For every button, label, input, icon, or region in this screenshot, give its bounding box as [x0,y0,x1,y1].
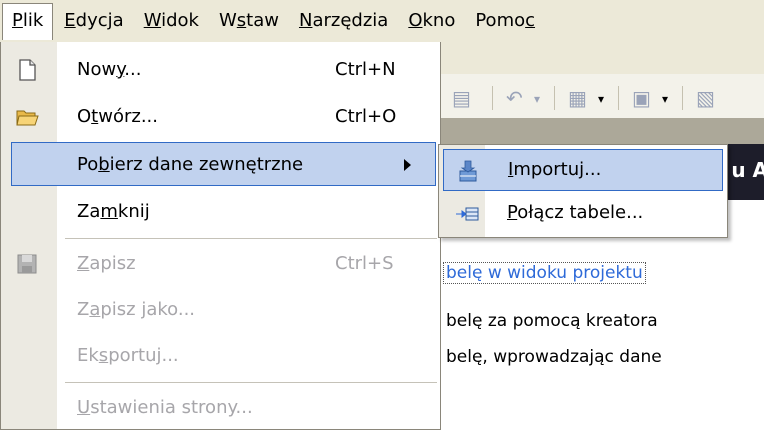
menu-item-get-external-data[interactable]: Pobierz dane zewnętrzne [11,142,436,186]
menu-item-close[interactable]: Zamknij [1,190,440,234]
paste-icon[interactable]: ▤ [452,86,471,110]
import-icon [456,159,480,183]
office-links-icon[interactable]: ▦ [568,86,587,110]
menu-item-open[interactable]: Otwórz... Ctrl+O [1,95,440,139]
menu-okno[interactable]: Okno [399,3,464,39]
menu-pomoc[interactable]: Pomoc [466,3,544,39]
toolbar-separator [618,86,619,110]
menu-item-export[interactable]: Eksportuj... [1,334,440,378]
link-tables-icon [455,202,479,226]
menu-separator [65,238,437,239]
undo-icon[interactable]: ↶ [506,86,523,110]
menu-separator [65,382,437,383]
window-gap [430,118,764,144]
get-external-data-submenu: Importuj... Połącz tabele... [438,144,728,238]
save-disk-icon [15,252,39,276]
submenu-arrow-icon [404,159,411,171]
undo-dropdown-icon[interactable]: ▾ [534,92,540,106]
database-window-title: u A [731,158,764,182]
code-icon[interactable]: ▧ [696,86,715,110]
list-item[interactable]: belę za pomocą kreatora [446,311,658,331]
toolbar-separator [492,86,493,110]
menu-bar: Plik Edycja Widok Wstaw Narzędzia Okno P… [0,0,764,42]
menu-widok[interactable]: Widok [135,3,208,39]
menu-plik[interactable]: Plik [2,2,54,40]
menu-edycja[interactable]: Edycja [55,3,132,39]
open-folder-icon [15,105,39,129]
analyze-dropdown-icon[interactable]: ▾ [662,92,668,106]
menu-item-page-setup[interactable]: Ustawienia strony... [1,386,440,430]
file-menu: Nowy... Ctrl+N Otwórz... Ctrl+O Pobierz … [0,42,441,430]
menu-item-save[interactable]: Zapisz Ctrl+S [1,242,440,286]
office-links-dropdown-icon[interactable]: ▾ [598,92,604,106]
list-item[interactable]: belę w widoku projektu [443,262,646,284]
analyze-icon[interactable]: ▣ [632,86,651,110]
menu-wstaw[interactable]: Wstaw [210,3,288,39]
menu-item-link-tables[interactable]: Połącz tabele... [443,193,723,235]
new-document-icon [15,58,39,82]
list-item[interactable]: belę, wprowadzając dane [446,347,662,367]
menu-narzedzia[interactable]: Narzędzia [290,3,397,39]
menu-item-new[interactable]: Nowy... Ctrl+N [1,48,440,92]
menu-item-import[interactable]: Importuj... [443,149,723,191]
toolbar: ▤ ↶ ▾ ▦ ▾ ▣ ▾ ▧ [430,74,764,118]
toolbar-separator [554,86,555,110]
menu-item-save-as[interactable]: Zapisz jako... [1,288,440,332]
toolbar-separator [682,86,683,110]
